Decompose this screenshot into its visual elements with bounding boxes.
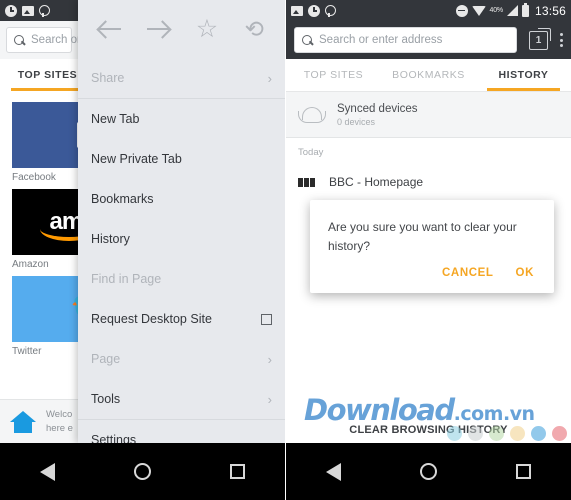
menu-quick-actions: ☆ ⟳ — [78, 0, 285, 58]
history-list: Today BBC - Homepage — [286, 138, 571, 200]
menu-item-label: Share — [91, 71, 125, 85]
dialog-message: Are you sure you want to clear your hist… — [328, 220, 517, 253]
watermark-caption: CLEAR BROWSING HISTORY — [349, 424, 508, 436]
tab-history[interactable]: HISTORY — [476, 59, 571, 91]
welcome-line-2: here e — [46, 422, 73, 434]
reload-icon[interactable]: ⟳ — [245, 16, 264, 42]
tab-bookmarks-label: BOOKMARKS — [392, 69, 465, 81]
cancel-button[interactable]: CANCEL — [442, 267, 494, 279]
menu-item-request-desktop-site[interactable]: Request Desktop Site — [78, 299, 285, 339]
synced-devices-row[interactable]: Synced devices 0 devices — [286, 92, 571, 138]
circle-home-icon[interactable] — [419, 463, 437, 480]
tab-top-sites-label: TOP SITES — [17, 69, 78, 81]
arrow-right-icon[interactable] — [147, 27, 170, 31]
menu-item-label: Tools — [91, 392, 121, 406]
history-item-title: BBC - Homepage — [329, 175, 424, 189]
chevron-right-icon: › — [267, 391, 272, 407]
checkbox-icon[interactable] — [261, 313, 272, 325]
menu-item-page[interactable]: Page › — [78, 339, 285, 379]
menu-item-new-private-tab[interactable]: New Private Tab — [78, 139, 285, 179]
battery-icon — [521, 2, 529, 17]
watermark-logo: Download.com.vn — [304, 393, 535, 427]
menu-item-list: Share › New Tab New Private Tab Bookmark… — [78, 58, 285, 500]
menu-item-label: History — [91, 232, 130, 246]
menu-item-share[interactable]: Share › — [78, 58, 285, 98]
photo-icon — [291, 5, 303, 16]
network-label: 40% — [489, 7, 504, 14]
menu-item-new-tab[interactable]: New Tab — [78, 99, 285, 139]
synced-devices-title: Synced devices — [337, 102, 418, 115]
tab-top-sites-label: TOP SITES — [303, 69, 364, 81]
watermark-logo-main: Download — [304, 393, 455, 427]
menu-item-history[interactable]: History — [78, 219, 285, 259]
wifi-icon — [471, 5, 486, 16]
status-clock: 13:56 — [534, 3, 566, 18]
history-list-item[interactable]: BBC - Homepage — [286, 164, 571, 200]
square-recents-icon[interactable] — [516, 464, 532, 479]
search-icon — [14, 34, 25, 46]
menu-item-label: New Private Tab — [91, 152, 182, 166]
location-pin-icon — [39, 4, 50, 17]
url-placeholder: Search or enter address — [319, 34, 443, 46]
clear-history-dialog: Are you sure you want to clear your hist… — [310, 200, 554, 294]
menu-item-label: New Tab — [91, 112, 140, 126]
menu-item-find-in-page[interactable]: Find in Page — [78, 259, 285, 299]
ok-button[interactable]: OK — [516, 267, 534, 279]
url-placeholder: Search or — [31, 34, 81, 46]
circle-home-icon[interactable] — [133, 463, 151, 480]
status-notification-icons — [5, 4, 50, 17]
dialog-actions: CANCEL OK — [310, 259, 554, 293]
download-com-vn-watermark: Download.com.vn CLEAR BROWSING HISTORY — [286, 393, 571, 443]
square-recents-icon[interactable] — [230, 464, 246, 479]
search-icon — [302, 34, 313, 46]
menu-item-bookmarks[interactable]: Bookmarks — [78, 179, 285, 219]
watermark-dots — [447, 426, 567, 441]
right-tab-strip: TOP SITES BOOKMARKS HISTORY — [286, 59, 571, 91]
bbc-favicon — [298, 177, 315, 187]
star-icon[interactable]: ☆ — [196, 16, 218, 42]
menu-item-label: Bookmarks — [91, 192, 154, 206]
right-phone-screenshot: 40% 13:56 Search or enter address 1 TOP … — [285, 0, 571, 500]
welcome-line-1: Welco — [46, 408, 73, 420]
chevron-right-icon: › — [267, 351, 272, 367]
status-system-icons: 40% 13:56 — [455, 2, 566, 18]
kebab-menu-icon[interactable] — [560, 33, 563, 47]
left-android-nav-bar — [0, 443, 285, 500]
tab-bookmarks[interactable]: BOOKMARKS — [381, 59, 476, 91]
browser-menu-panel: ☆ ⟳ Share › New Tab New Private Tab Book… — [78, 0, 285, 487]
triangle-back-icon[interactable] — [325, 462, 341, 481]
tab-top-sites[interactable]: TOP SITES — [286, 59, 381, 91]
compass-icon — [5, 4, 17, 17]
screenshot-stage: 4GE 13:54 Search or TOP SITES BOOKMARKS … — [0, 0, 571, 500]
left-url-bar[interactable]: Search or — [6, 27, 81, 53]
synced-devices-subtitle: 0 devices — [337, 116, 376, 127]
history-group-label: Today — [298, 147, 324, 158]
arrow-left-icon[interactable] — [99, 27, 122, 31]
menu-item-tools[interactable]: Tools › — [78, 379, 285, 419]
right-android-nav-bar — [286, 443, 571, 500]
photo-icon — [22, 5, 34, 16]
menu-item-label: Find in Page — [91, 272, 162, 286]
mute-icon — [455, 4, 468, 17]
tab-history-label: HISTORY — [498, 69, 549, 81]
compass-icon — [308, 4, 320, 17]
chevron-right-icon: › — [267, 70, 272, 86]
right-status-bar: 40% 13:56 — [286, 0, 571, 21]
menu-item-label: Page — [91, 352, 121, 366]
menu-item-label: Request Desktop Site — [91, 312, 212, 326]
status-notification-icons — [291, 4, 336, 17]
tab-counter-button[interactable]: 1 — [529, 27, 551, 50]
signal-icon — [506, 5, 518, 16]
cloud-icon — [298, 106, 326, 123]
left-phone-screenshot: 4GE 13:54 Search or TOP SITES BOOKMARKS … — [0, 0, 285, 500]
right-url-bar[interactable]: Search or enter address — [294, 27, 517, 53]
tab-count-label: 1 — [535, 34, 542, 46]
triangle-back-icon[interactable] — [39, 462, 55, 481]
location-pin-icon — [325, 4, 336, 17]
home-icon — [10, 410, 36, 433]
watermark-logo-tld: .com.vn — [453, 403, 535, 425]
